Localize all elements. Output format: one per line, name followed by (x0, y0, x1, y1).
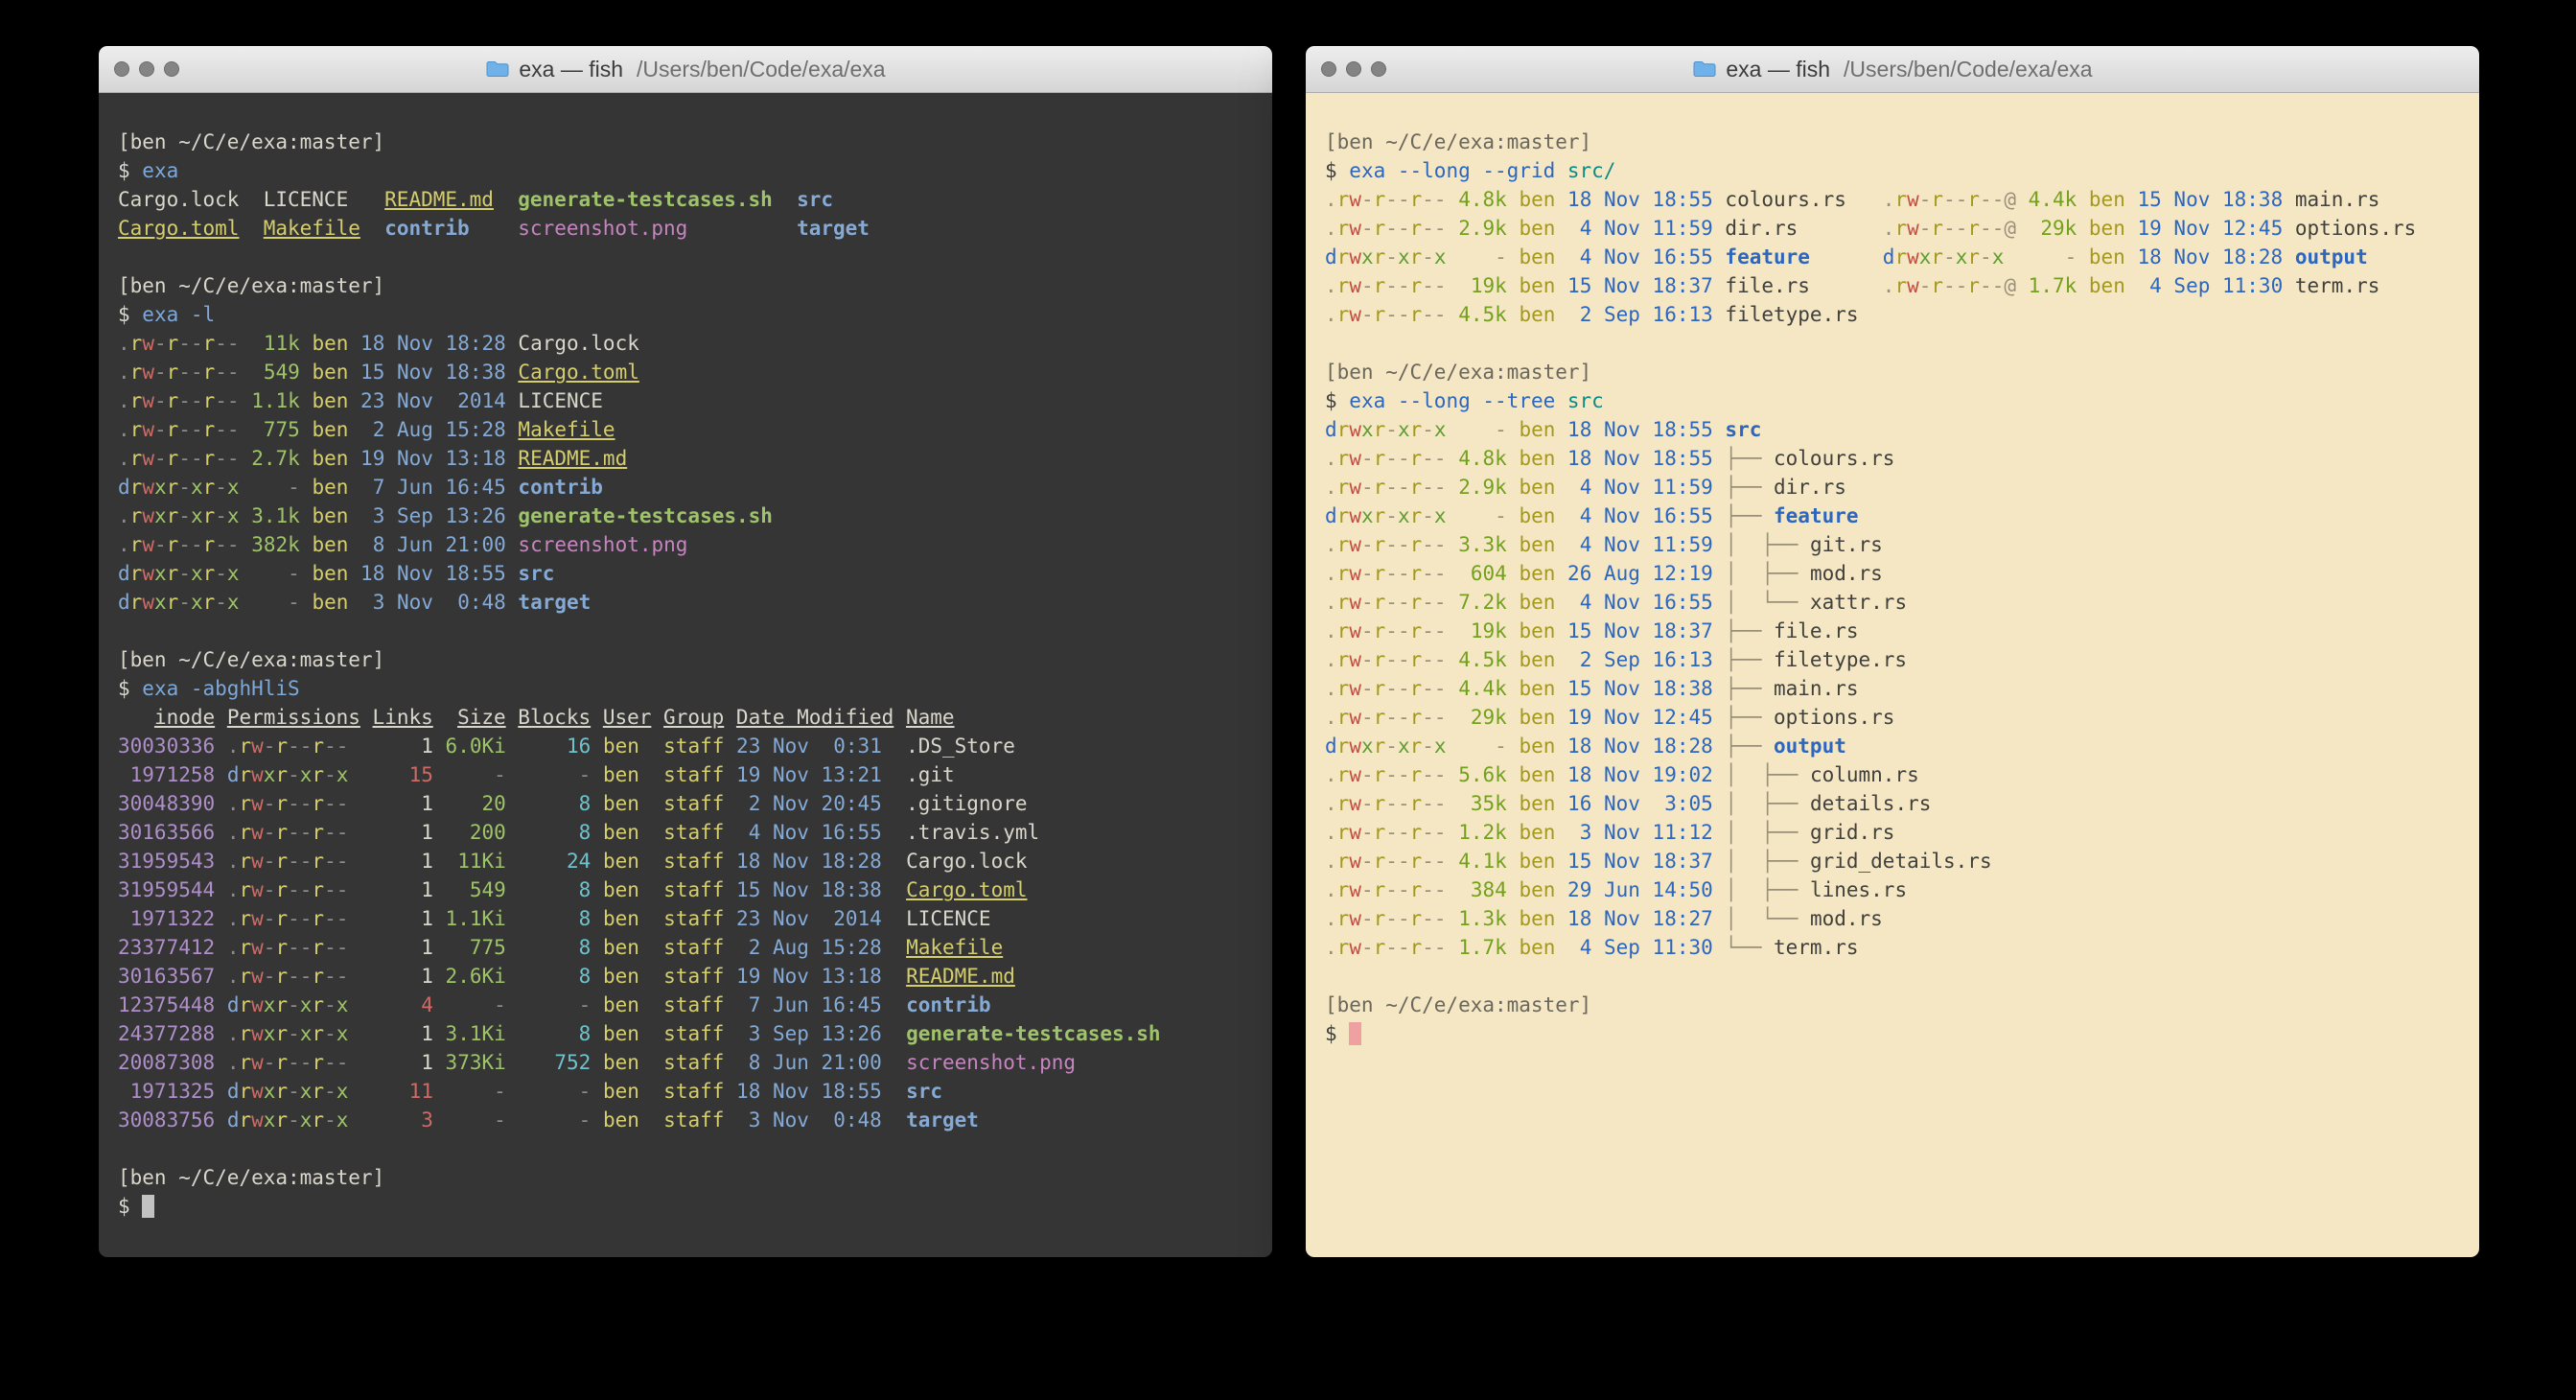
terminal-line: .rw-r--r-- 5.6k ben 18 Nov 19:02 │ ├── c… (1325, 760, 2460, 789)
desktop: { "canvas": { "bg": "#000000" }, "window… (0, 0, 2576, 1400)
terminal-line: 12375448 drwxr-xr-x 4 - - ben staff 7 Ju… (118, 991, 1253, 1019)
terminal-line: .rw-r--r-- 19k ben 15 Nov 18:37 ├── file… (1325, 617, 2460, 645)
terminal-line: .rw-r--r-- 4.4k ben 15 Nov 18:38 ├── mai… (1325, 674, 2460, 703)
terminal-line: .rw-r--r-- 4.8k ben 18 Nov 18:55 ├── col… (1325, 444, 2460, 473)
terminal-line: .rw-r--r-- 775 ben 2 Aug 15:28 Makefile (118, 415, 1253, 444)
terminal-line: 20087308 .rw-r--r-- 1 373Ki 752 ben staf… (118, 1048, 1253, 1077)
terminal-line: .rw-r--r-- 604 ben 26 Aug 12:19 │ ├── mo… (1325, 559, 2460, 588)
cursor-block (142, 1195, 154, 1218)
terminal-line: [ben ~/C/e/exa:master] (118, 645, 1253, 674)
terminal-line: Cargo.toml Makefile contrib screenshot.p… (118, 214, 1253, 243)
terminal-line: .rw-r--r-- 4.1k ben 15 Nov 18:37 │ ├── g… (1325, 847, 2460, 875)
terminal-line: .rw-r--r-- 2.9k ben 4 Nov 11:59 dir.rs .… (1325, 214, 2460, 243)
terminal-line: .rw-r--r-- 3.3k ben 4 Nov 11:59 │ ├── gi… (1325, 530, 2460, 559)
terminal-line: 30163566 .rw-r--r-- 1 200 8 ben staff 4 … (118, 818, 1253, 847)
terminal-line: [ben ~/C/e/exa:master] (1325, 358, 2460, 386)
terminal-window-dark: exa — fish /Users/ben/Code/exa/exa [ben … (99, 46, 1272, 1257)
terminal-line: .rw-r--r-- 4.5k ben 2 Sep 16:13 filetype… (1325, 300, 2460, 329)
terminal-line: drwxr-xr-x - ben 3 Nov 0:48 target (118, 588, 1253, 617)
terminal-line: 30083756 drwxr-xr-x 3 - - ben staff 3 No… (118, 1106, 1253, 1134)
terminal-line: .rw-r--r-- 1.3k ben 18 Nov 18:27 │ └── m… (1325, 904, 2460, 933)
terminal-line: drwxr-xr-x - ben 18 Nov 18:28 ├── output (1325, 732, 2460, 760)
terminal-line: 1971322 .rw-r--r-- 1 1.1Ki 8 ben staff 2… (118, 904, 1253, 933)
terminal-line: [ben ~/C/e/exa:master] (118, 271, 1253, 300)
terminal-line: 30048390 .rw-r--r-- 1 20 8 ben staff 2 N… (118, 789, 1253, 818)
terminal-line: 30163567 .rw-r--r-- 1 2.6Ki 8 ben staff … (118, 962, 1253, 991)
terminal-line: inode Permissions Links Size Blocks User… (118, 703, 1253, 732)
terminal-line: .rw-r--r-- 19k ben 15 Nov 18:37 file.rs … (1325, 271, 2460, 300)
terminal-line: 24377288 .rwxr-xr-x 1 3.1Ki 8 ben staff … (118, 1019, 1253, 1048)
terminal-line: .rwxr-xr-x 3.1k ben 3 Sep 13:26 generate… (118, 502, 1253, 530)
cursor-block (1349, 1022, 1361, 1045)
zoom-button[interactable] (1371, 61, 1386, 77)
terminal-line: $ exa (118, 156, 1253, 185)
terminal-line: .rw-r--r-- 382k ben 8 Jun 21:00 screensh… (118, 530, 1253, 559)
terminal-line (118, 1134, 1253, 1163)
terminal-line: drwxr-xr-x - ben 7 Jun 16:45 contrib (118, 473, 1253, 502)
window-controls (1321, 46, 1386, 92)
minimize-button[interactable] (1346, 61, 1361, 77)
terminal-line: [ben ~/C/e/exa:master] (118, 128, 1253, 156)
terminal-line (1325, 962, 2460, 991)
terminal-line: drwxr-xr-x - ben 4 Nov 16:55 ├── feature (1325, 502, 2460, 530)
terminal-line: .rw-r--r-- 11k ben 18 Nov 18:28 Cargo.lo… (118, 329, 1253, 358)
terminal-line: drwxr-xr-x - ben 18 Nov 18:55 src (118, 559, 1253, 588)
terminal-line: .rw-r--r-- 1.2k ben 3 Nov 11:12 │ ├── gr… (1325, 818, 2460, 847)
window-title-path: /Users/ben/Code/exa/exa (637, 57, 886, 82)
terminal-line: [ben ~/C/e/exa:master] (118, 1163, 1253, 1192)
terminal-line: .rw-r--r-- 29k ben 19 Nov 12:45 ├── opti… (1325, 703, 2460, 732)
terminal-line (1325, 329, 2460, 358)
terminal-line: drwxr-xr-x - ben 18 Nov 18:55 src (1325, 415, 2460, 444)
terminal-content[interactable]: [ben ~/C/e/exa:master]$ exaCargo.lock LI… (99, 93, 1272, 1257)
terminal-line: $ (118, 1192, 1253, 1221)
window-title: exa — fish (519, 57, 623, 82)
terminal-line: .rw-r--r-- 35k ben 16 Nov 3:05 │ ├── det… (1325, 789, 2460, 818)
terminal-line: .rw-r--r-- 549 ben 15 Nov 18:38 Cargo.to… (118, 358, 1253, 386)
terminal-line: drwxr-xr-x - ben 4 Nov 16:55 feature drw… (1325, 243, 2460, 271)
terminal-line: $ (1325, 1019, 2460, 1048)
minimize-button[interactable] (139, 61, 154, 77)
terminal-line: .rw-r--r-- 2.7k ben 19 Nov 13:18 README.… (118, 444, 1253, 473)
terminal-line: .rw-r--r-- 4.8k ben 18 Nov 18:55 colours… (1325, 185, 2460, 214)
terminal-line (118, 243, 1253, 271)
terminal-line: 30030336 .rw-r--r-- 1 6.0Ki 16 ben staff… (118, 732, 1253, 760)
terminal-line: [ben ~/C/e/exa:master] (1325, 128, 2460, 156)
terminal-line: 31959544 .rw-r--r-- 1 549 8 ben staff 15… (118, 875, 1253, 904)
window-title-group: exa — fish /Users/ben/Code/exa/exa (1692, 57, 2092, 82)
terminal-line: 31959543 .rw-r--r-- 1 11Ki 24 ben staff … (118, 847, 1253, 875)
titlebar[interactable]: exa — fish /Users/ben/Code/exa/exa (99, 46, 1272, 93)
terminal-line: .rw-r--r-- 4.5k ben 2 Sep 16:13 ├── file… (1325, 645, 2460, 674)
close-button[interactable] (114, 61, 129, 77)
terminal-line: 1971258 drwxr-xr-x 15 - - ben staff 19 N… (118, 760, 1253, 789)
terminal-line: .rw-r--r-- 2.9k ben 4 Nov 11:59 ├── dir.… (1325, 473, 2460, 502)
folder-icon[interactable] (1692, 59, 1717, 79)
folder-icon[interactable] (485, 59, 510, 79)
terminal-content[interactable]: [ben ~/C/e/exa:master]$ exa --long --gri… (1306, 93, 2479, 1257)
window-title: exa — fish (1726, 57, 1830, 82)
terminal-line: $ exa --long --tree src (1325, 386, 2460, 415)
close-button[interactable] (1321, 61, 1336, 77)
terminal-line: 1971325 drwxr-xr-x 11 - - ben staff 18 N… (118, 1077, 1253, 1106)
terminal-line (118, 617, 1253, 645)
window-controls (114, 46, 179, 92)
terminal-line: $ exa -l (118, 300, 1253, 329)
zoom-button[interactable] (164, 61, 179, 77)
terminal-line: .rw-r--r-- 1.1k ben 23 Nov 2014 LICENCE (118, 386, 1253, 415)
window-title-path: /Users/ben/Code/exa/exa (1844, 57, 2093, 82)
terminal-line: 23377412 .rw-r--r-- 1 775 8 ben staff 2 … (118, 933, 1253, 962)
titlebar[interactable]: exa — fish /Users/ben/Code/exa/exa (1306, 46, 2479, 93)
terminal-line: [ben ~/C/e/exa:master] (1325, 991, 2460, 1019)
terminal-line: .rw-r--r-- 7.2k ben 4 Nov 16:55 │ └── xa… (1325, 588, 2460, 617)
window-title-group: exa — fish /Users/ben/Code/exa/exa (485, 57, 885, 82)
terminal-line: .rw-r--r-- 1.7k ben 4 Sep 11:30 └── term… (1325, 933, 2460, 962)
terminal-line: Cargo.lock LICENCE README.md generate-te… (118, 185, 1253, 214)
terminal-line: .rw-r--r-- 384 ben 29 Jun 14:50 │ ├── li… (1325, 875, 2460, 904)
terminal-line: $ exa -abghHliS (118, 674, 1253, 703)
terminal-window-light: exa — fish /Users/ben/Code/exa/exa [ben … (1306, 46, 2479, 1257)
terminal-line: $ exa --long --grid src/ (1325, 156, 2460, 185)
